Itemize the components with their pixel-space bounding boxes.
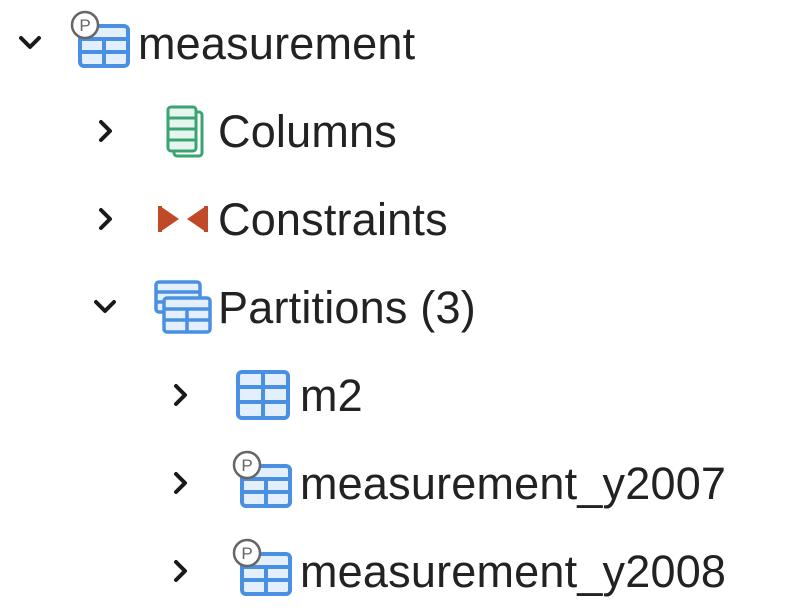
tree-node-measurement-y2008[interactable]: P measurement_y2008 [160, 528, 726, 614]
tree-node-label: Constraints [218, 193, 448, 245]
tree-node-label: measurement_y2007 [300, 457, 727, 509]
chevron-down-icon[interactable] [10, 23, 50, 63]
table-icon [230, 362, 296, 428]
columns-icon [150, 98, 216, 164]
partitioned-table-icon: P [230, 450, 296, 516]
tree-node-constraints[interactable]: Constraints [85, 176, 448, 262]
chevron-right-icon[interactable] [85, 199, 125, 239]
svg-text:P: P [241, 456, 252, 475]
tree-node-measurement[interactable]: P measurement [10, 0, 415, 86]
tree-node-partitions[interactable]: Partitions (3) [85, 264, 476, 350]
tree-node-m2[interactable]: m2 [160, 352, 363, 438]
tree-node-columns[interactable]: Columns [85, 88, 397, 174]
tree-node-label: Partitions (3) [218, 281, 476, 333]
tree-node-measurement-y2007[interactable]: P measurement_y2007 [160, 440, 726, 526]
tree-node-label: measurement [138, 17, 416, 69]
chevron-right-icon[interactable] [85, 111, 125, 151]
partitioned-table-icon: P [230, 538, 296, 604]
chevron-right-icon[interactable] [160, 551, 200, 591]
tree-node-label: measurement_y2008 [300, 545, 727, 597]
svg-text:P: P [79, 16, 90, 35]
partitioned-table-icon: P [68, 10, 134, 76]
tree-node-label: m2 [300, 369, 363, 421]
tree-node-label: Columns [218, 105, 397, 157]
svg-text:P: P [241, 544, 252, 563]
chevron-right-icon[interactable] [160, 463, 200, 503]
chevron-down-icon[interactable] [85, 287, 125, 327]
chevron-right-icon[interactable] [160, 375, 200, 415]
constraints-icon [150, 186, 216, 252]
object-tree: P measurement Columns Constraints Partit… [0, 0, 795, 605]
partitions-icon [150, 274, 216, 340]
